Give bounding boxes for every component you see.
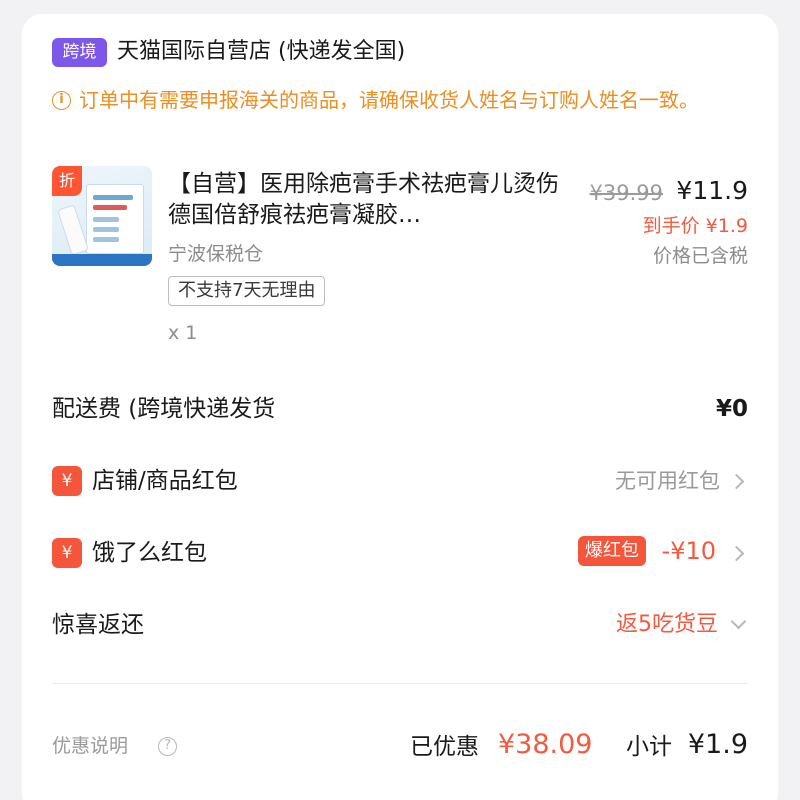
cross-border-badge: 跨境 [52,38,107,67]
question-icon[interactable]: ? [158,737,177,756]
subtotal-value: ¥1.9 [687,729,748,760]
product-image[interactable]: 折 [52,166,152,266]
discount-badge: 折 [52,166,82,196]
no-return-tag: 不支持7天无理由 [168,276,326,306]
saved-label: 已优惠 [410,734,479,760]
product-tube-graphic [57,204,89,256]
yen-icon: ¥ [52,466,82,496]
warehouse-label: 宁波保税仓 [168,243,264,265]
current-price: ¥11.9 [676,176,748,205]
store-name[interactable]: 天猫国际自营店 (快递发全国) [117,34,405,70]
hand-price: 到手价 ¥1.9 [642,215,748,237]
product-image-footer-bar [52,254,152,266]
chevron-down-icon[interactable] [730,613,747,630]
eleme-coupon-value[interactable]: -¥10 [662,534,716,568]
store-coupon-label[interactable]: 店铺/商品红包 [92,464,238,498]
customs-notice: 订单中有需要申报海关的商品，请确保收货人姓名与订购人姓名一致。 [79,88,699,112]
order-card: 跨境 天猫国际自营店 (快递发全国) 订单中有需要申报海关的商品，请确保收货人姓… [22,14,778,800]
yen-icon: ¥ [52,538,82,568]
product-title[interactable]: 【自营】医用除疤膏手术祛疤膏儿烫伤德国倍舒痕祛疤膏凝胶… [168,169,563,231]
surprise-return-label[interactable]: 惊喜返还 [52,608,144,642]
promo-explanation-label[interactable]: 优惠说明 [52,729,128,763]
store-coupon-value[interactable]: 无可用红包 [615,464,720,498]
divider [52,683,748,684]
surprise-return-value[interactable]: 返5吃货豆 [616,608,718,642]
quantity-label: x 1 [168,322,198,344]
info-icon: i [52,91,71,110]
tax-included-note: 价格已含税 [652,245,748,267]
subtotal-label: 小计 [626,734,672,760]
chevron-right-icon[interactable] [728,473,745,490]
shipping-value: ¥0 [715,396,748,422]
chevron-right-icon[interactable] [728,545,745,562]
hot-coupon-badge: 爆红包 [578,536,646,566]
shipping-label: 配送费 (跨境快递发货 [52,396,276,422]
original-price: ¥39.99 [589,181,663,205]
saved-value: ¥38.09 [498,729,593,760]
eleme-coupon-label[interactable]: 饿了么红包 [92,536,207,570]
product-box-graphic [86,184,144,254]
